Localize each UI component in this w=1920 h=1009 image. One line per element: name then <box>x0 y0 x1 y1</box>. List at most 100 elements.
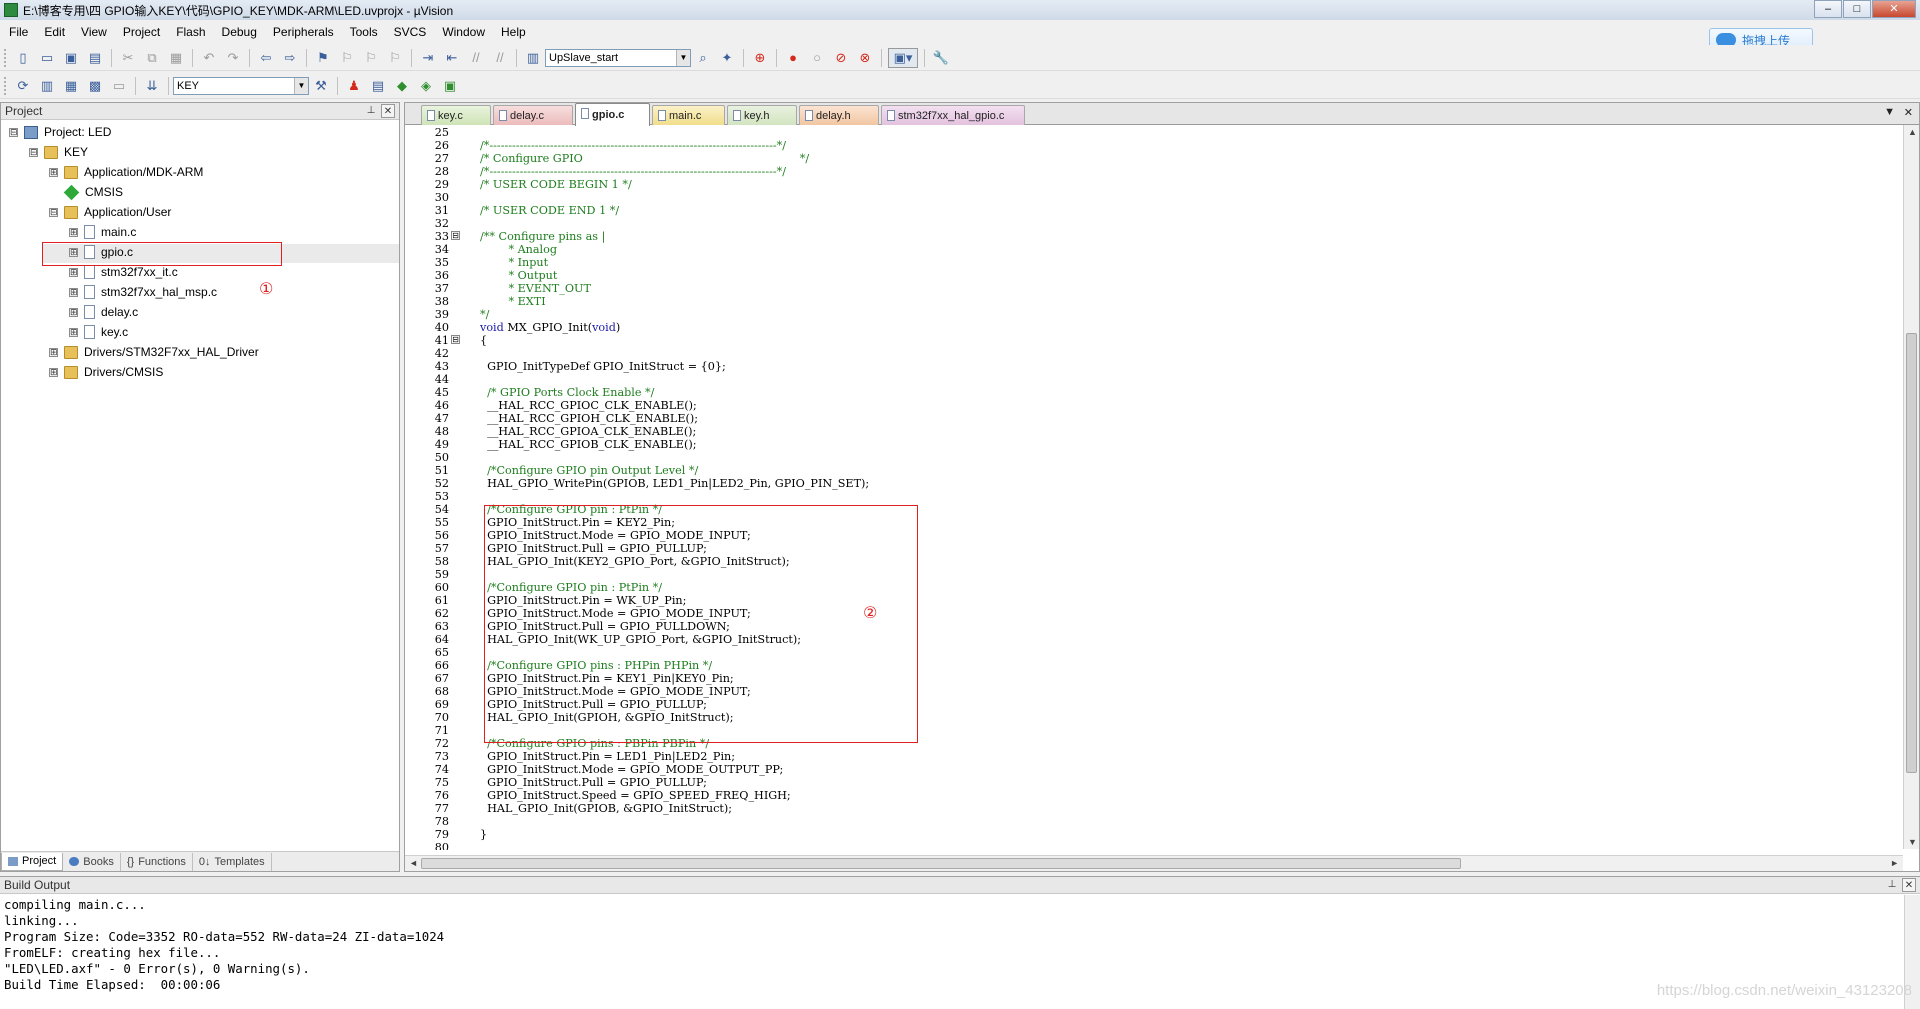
indent-icon[interactable]: ⇥ <box>418 48 438 68</box>
code-line[interactable]: 78 <box>405 815 1903 828</box>
code-line[interactable]: 38 * EXTI <box>405 295 1903 308</box>
paste-icon[interactable]: ▦ <box>166 48 186 68</box>
tab-delay-h[interactable]: delay.h <box>799 105 879 125</box>
code-line[interactable]: 49 __HAL_RCC_GPIOB_CLK_ENABLE(); <box>405 438 1903 451</box>
menu-file[interactable]: File <box>0 25 35 39</box>
horizontal-scrollbar[interactable]: ◄ ► <box>405 855 1903 871</box>
menu-window[interactable]: Window <box>433 25 492 39</box>
menu-flash[interactable]: Flash <box>167 25 212 39</box>
close-panel-icon[interactable]: ✕ <box>1902 878 1916 892</box>
code-line[interactable]: 35 * Input <box>405 256 1903 269</box>
code-line[interactable]: 36 * Output <box>405 269 1903 282</box>
expand-icon[interactable]: ⊞ <box>49 367 58 377</box>
new-file-icon[interactable]: ▯ <box>13 48 33 68</box>
disable-breakpoint-icon[interactable]: ○ <box>807 48 827 68</box>
code-line[interactable]: 47 __HAL_RCC_GPIOH_CLK_ENABLE(); <box>405 412 1903 425</box>
toolbar-grip[interactable] <box>4 76 8 95</box>
select-packs-icon[interactable]: ◆ <box>392 76 412 96</box>
menu-view[interactable]: View <box>72 25 114 39</box>
code-line[interactable]: 74 GPIO_InitStruct.Mode = GPIO_MODE_OUTP… <box>405 763 1903 776</box>
close-panel-icon[interactable]: ✕ <box>381 104 395 118</box>
code-line[interactable]: 45 /* GPIO Ports Clock Enable */ <box>405 386 1903 399</box>
scroll-thumb[interactable] <box>1906 333 1917 773</box>
tree-item-main-c[interactable]: ⊞ main.c <box>69 223 136 241</box>
code-line[interactable]: 37 * EVENT_OUT <box>405 282 1903 295</box>
code-line[interactable]: 77 HAL_GPIO_Init(GPIOB, &GPIO_InitStruct… <box>405 802 1903 815</box>
navigate-back-icon[interactable]: ⇦ <box>256 48 276 68</box>
expand-icon[interactable]: ⊞ <box>69 327 78 337</box>
code-line[interactable]: 51 /*Configure GPIO pin Output Level */ <box>405 464 1903 477</box>
code-line[interactable]: 43 GPIO_InitTypeDef GPIO_InitStruct = {0… <box>405 360 1903 373</box>
code-line[interactable]: 76 GPIO_InitStruct.Speed = GPIO_SPEED_FR… <box>405 789 1903 802</box>
menu-project[interactable]: Project <box>114 25 167 39</box>
tree-item-key-c[interactable]: ⊞ key.c <box>69 323 128 341</box>
pin-icon[interactable]: ⊥ <box>1885 878 1899 892</box>
tab-project[interactable]: Project <box>1 852 64 871</box>
save-icon[interactable]: ▣ <box>61 48 81 68</box>
stop-build-icon[interactable]: ▭ <box>109 76 129 96</box>
pin-icon[interactable]: ⊥ <box>364 104 378 118</box>
incremental-find-icon[interactable]: ✦ <box>717 48 737 68</box>
breakpoint-icon[interactable]: ● <box>783 48 803 68</box>
maximize-button[interactable]: □ <box>1843 0 1871 18</box>
bookmark-icon[interactable]: ⚑ <box>313 48 333 68</box>
tab-books[interactable]: Books <box>63 852 121 871</box>
scroll-down-icon[interactable]: ▼ <box>1908 837 1917 847</box>
find-in-files-icon[interactable]: ▥ <box>523 48 543 68</box>
code-line[interactable]: 48 __HAL_RCC_GPIOA_CLK_ENABLE(); <box>405 425 1903 438</box>
target-select[interactable]: KEY ▼ <box>173 76 309 95</box>
code-line[interactable]: 32 <box>405 217 1903 230</box>
uncomment-icon[interactable]: // <box>490 48 510 68</box>
scroll-up-icon[interactable]: ▲ <box>1908 127 1917 137</box>
disable-all-breakpoints-icon[interactable]: ⊘ <box>831 48 851 68</box>
comment-icon[interactable]: // <box>466 48 486 68</box>
menu-edit[interactable]: Edit <box>35 25 72 39</box>
scroll-right-icon[interactable]: ► <box>1890 858 1899 868</box>
expand-icon[interactable]: ⊞ <box>49 347 58 357</box>
tab-key-h[interactable]: key.h <box>727 105 797 125</box>
manage-components-icon[interactable]: ▤ <box>368 76 388 96</box>
next-bookmark-icon[interactable]: ⚐ <box>361 48 381 68</box>
tree-item-drivers-cmsis[interactable]: ⊞ Drivers/CMSIS <box>49 363 163 381</box>
tab-gpio-c[interactable]: gpio.c <box>575 103 650 126</box>
code-line[interactable]: 75 GPIO_InitStruct.Pull = GPIO_PULLUP; <box>405 776 1903 789</box>
code-line[interactable]: 46 __HAL_RCC_GPIOC_CLK_ENABLE(); <box>405 399 1903 412</box>
find-icon[interactable]: ⌕ <box>693 48 713 68</box>
build-output-text[interactable]: compiling main.c... linking... Program S… <box>4 897 1884 1007</box>
debug-function-combo[interactable]: UpSlave_start ▼ <box>545 48 691 67</box>
code-line[interactable]: 29 /* USER CODE BEGIN 1 */ <box>405 178 1903 191</box>
undo-icon[interactable]: ↶ <box>199 48 219 68</box>
code-line[interactable]: 33 ⊟ /** Configure pins as | <box>405 230 1903 243</box>
pack-installer-icon[interactable]: ◈ <box>416 76 436 96</box>
toolbar-grip[interactable] <box>4 48 8 67</box>
clear-bookmarks-icon[interactable]: ⚐ <box>385 48 405 68</box>
tree-item-cmsis[interactable]: CMSIS <box>63 183 123 201</box>
chevron-down-icon[interactable]: ▼ <box>676 49 690 66</box>
fold-toggle-icon[interactable]: ⊟ <box>451 231 460 240</box>
tab-templates[interactable]: 0↓ Templates <box>193 852 272 871</box>
build-icon[interactable]: ▥ <box>37 76 57 96</box>
code-line[interactable]: 73 GPIO_InitStruct.Pin = LED1_Pin|LED2_P… <box>405 750 1903 763</box>
menu-svcs[interactable]: SVCS <box>385 25 434 39</box>
scroll-left-icon[interactable]: ◄ <box>409 858 418 868</box>
tab-key-c[interactable]: key.c <box>421 105 491 125</box>
expand-icon[interactable]: ⊞ <box>69 287 78 297</box>
expand-icon[interactable]: ⊞ <box>49 167 58 177</box>
copy-icon[interactable]: ⧉ <box>142 48 162 68</box>
kill-all-breakpoints-icon[interactable]: ⊗ <box>855 48 875 68</box>
tab-list-icon[interactable]: ▼ <box>1884 106 1895 118</box>
rebuild-icon[interactable]: ▦ <box>61 76 81 96</box>
navigate-forward-icon[interactable]: ⇨ <box>280 48 300 68</box>
code-line[interactable]: 44 <box>405 373 1903 386</box>
redo-icon[interactable]: ↷ <box>223 48 243 68</box>
code-line[interactable]: 28 /*------------------------------------… <box>405 165 1903 178</box>
tree-item-drivers-hal[interactable]: ⊞ Drivers/STM32F7xx_HAL_Driver <box>49 343 259 361</box>
open-file-icon[interactable]: ▭ <box>37 48 57 68</box>
tree-item-stm32f7xx-hal-msp-c[interactable]: ⊞ stm32f7xx_hal_msp.c <box>69 283 217 301</box>
start-debug-icon[interactable]: ⊕ <box>750 48 770 68</box>
code-line[interactable]: 34 * Analog <box>405 243 1903 256</box>
code-line[interactable]: 41 ⊟ { <box>405 334 1903 347</box>
fold-toggle-icon[interactable]: ⊟ <box>451 335 460 344</box>
code-line[interactable]: 26 /*------------------------------------… <box>405 139 1903 152</box>
batch-build-icon[interactable]: ▩ <box>85 76 105 96</box>
